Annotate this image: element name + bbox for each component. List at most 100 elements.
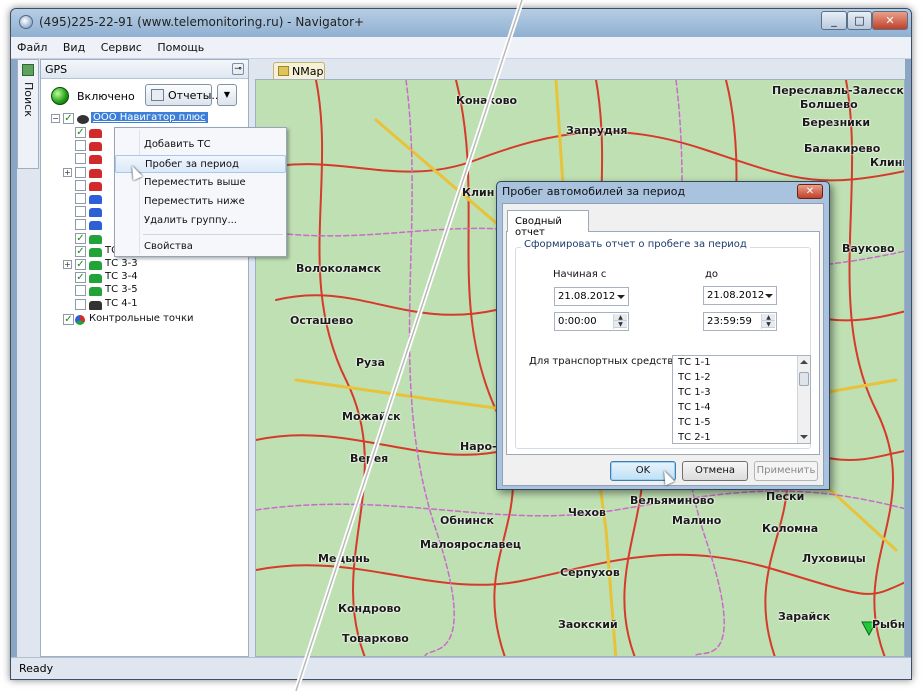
pin-icon[interactable]: ⊸ xyxy=(232,63,244,75)
dialog-body: Сводный отчет Сформировать отчет о пробе… xyxy=(502,203,824,486)
search-panel-icon xyxy=(22,64,34,76)
context-menu-item-delete-group[interactable]: Удалить группу... xyxy=(115,212,286,230)
status-text: Включено xyxy=(77,90,135,103)
map-town: Руза xyxy=(356,356,386,369)
car-icon xyxy=(89,234,102,244)
vehicle-checkbox[interactable]: ✓ xyxy=(75,245,86,257)
map-town: Заокский xyxy=(558,618,618,631)
menu-service[interactable]: Сервис xyxy=(95,37,148,54)
checkpoints-checkbox[interactable]: ✓ xyxy=(63,313,74,325)
vehicle-checkbox[interactable]: ✓ xyxy=(75,127,86,138)
map-town: Медынь xyxy=(318,552,370,565)
car-icon xyxy=(89,181,102,191)
tab-summary-report[interactable]: Сводный отчет xyxy=(507,210,589,238)
to-label: до xyxy=(705,269,719,280)
dialog-close-button[interactable]: ✕ xyxy=(797,184,823,199)
car-icon xyxy=(89,155,102,165)
side-tab-label: Поиск xyxy=(22,82,35,117)
list-item[interactable]: ТС 1-4 xyxy=(673,401,810,416)
expand-icon[interactable]: + xyxy=(63,260,72,269)
chevron-down-icon xyxy=(765,294,773,298)
list-item[interactable]: ТС 1-3 xyxy=(673,386,810,401)
context-menu-item-mileage[interactable]: Пробег за период xyxy=(115,155,286,173)
vehicle-checkbox[interactable]: ✓ xyxy=(75,272,86,284)
close-button[interactable]: ✕ xyxy=(872,11,908,30)
menu-file[interactable]: Файл xyxy=(11,37,53,54)
vehicles-listbox[interactable]: ТС 1-1 ТС 1-2 ТС 1-3 ТС 1-4 ТС 1-5 ТС 2-… xyxy=(672,355,811,444)
title-bar[interactable]: (495)225-22-91 (www.telemonitoring.ru) -… xyxy=(11,9,911,37)
vehicle-checkbox[interactable] xyxy=(75,193,86,204)
menu-help[interactable]: Помощь xyxy=(151,37,210,54)
to-time-value: 23:59:59 xyxy=(707,316,752,327)
expand-icon[interactable]: + xyxy=(63,167,72,177)
car-icon xyxy=(89,195,102,204)
map-town: Вауково xyxy=(842,242,895,255)
map-town: Вельяминово xyxy=(630,494,715,507)
vehicle-checkbox[interactable] xyxy=(75,179,86,191)
car-icon xyxy=(89,129,102,138)
vehicle-checkbox[interactable] xyxy=(75,140,86,152)
vehicle-checkbox[interactable] xyxy=(75,219,86,231)
to-time-spinner[interactable]: ▲ ▼ xyxy=(761,314,775,329)
menu-view[interactable]: Вид xyxy=(57,37,91,54)
status-led-icon[interactable] xyxy=(51,87,69,105)
to-date-picker[interactable]: 21.08.2012 xyxy=(703,286,777,305)
dialog-title: Пробег автомобилей за период xyxy=(502,185,686,198)
tree-vehicle-label: ТС 3-5 xyxy=(105,284,138,296)
minimize-button[interactable]: _ xyxy=(821,11,847,30)
list-item[interactable]: ТС 1-2 xyxy=(673,371,810,386)
map-town: Чехов xyxy=(568,506,606,519)
vehicle-checkbox[interactable] xyxy=(75,298,86,310)
car-icon xyxy=(89,274,102,284)
tab-nmap[interactable]: NMap xyxy=(273,62,325,80)
vehicle-checkbox[interactable] xyxy=(75,166,86,178)
vehicle-checkbox[interactable]: ✓ xyxy=(75,232,86,244)
from-time-field[interactable]: 0:00:00 ▲ ▼ xyxy=(554,312,629,331)
reports-button[interactable]: Отчеты... xyxy=(145,84,222,106)
status-row: Включено Отчеты... ▼ xyxy=(41,79,248,111)
list-item[interactable]: ТС 1-5 xyxy=(673,416,810,431)
side-tab-search[interactable]: Поиск xyxy=(17,59,39,169)
app-icon xyxy=(19,15,33,29)
tree-root-checkbox[interactable]: ✓ xyxy=(63,113,74,124)
from-time-spinner[interactable]: ▲ ▼ xyxy=(613,314,627,329)
map-town: Верея xyxy=(350,452,389,465)
to-time-field[interactable]: 23:59:59 ▲ ▼ xyxy=(703,312,777,331)
group-icon xyxy=(77,115,89,124)
listbox-scrollbar[interactable] xyxy=(797,356,810,443)
list-item[interactable]: ТС 2-1 xyxy=(673,431,810,443)
car-icon xyxy=(89,287,102,297)
context-menu-item-move-down[interactable]: Переместить ниже xyxy=(115,193,286,211)
vehicle-checkbox[interactable] xyxy=(75,153,86,165)
map-town: Обнинск xyxy=(440,514,494,527)
apply-button[interactable]: Применить xyxy=(754,461,818,481)
context-menu: Добавить ТС Пробег за период Переместить… xyxy=(114,127,287,257)
tree-root-label[interactable]: ООО Навигатор плюс xyxy=(91,112,208,123)
vehicle-checkbox[interactable]: ✓ xyxy=(75,259,86,270)
map-town: Товарково xyxy=(342,632,409,645)
scroll-up-icon[interactable] xyxy=(800,360,808,364)
map-town: Коломна xyxy=(762,522,819,535)
chevron-down-icon xyxy=(617,295,625,299)
vehicle-checkbox[interactable] xyxy=(75,206,86,218)
context-menu-item-add-vehicle[interactable]: Добавить ТС xyxy=(115,136,286,154)
scroll-thumb[interactable] xyxy=(799,372,809,386)
map-town: Рыбное xyxy=(872,618,905,631)
scroll-down-icon[interactable] xyxy=(800,435,808,439)
cancel-button[interactable]: Отмена xyxy=(682,461,748,481)
gps-panel-title: GPS xyxy=(45,63,68,76)
period-group-title: Сформировать отчет о пробеге за период xyxy=(521,239,750,250)
context-menu-item-properties[interactable]: Свойства xyxy=(115,238,286,256)
collapse-icon[interactable]: − xyxy=(51,114,60,123)
list-item[interactable]: ТС 1-1 xyxy=(673,356,810,371)
map-town: Пески xyxy=(766,490,805,503)
from-date-picker[interactable]: 21.08.2012 xyxy=(554,287,629,306)
maximize-button[interactable]: □ xyxy=(847,11,872,30)
map-town: Запрудня xyxy=(566,124,628,137)
map-town: Луховицы xyxy=(802,552,866,565)
reports-dropdown-button[interactable]: ▼ xyxy=(217,84,237,106)
tree-vehicle-label: ТС 3-3 xyxy=(105,258,138,269)
vehicle-checkbox[interactable] xyxy=(75,285,86,297)
car-icon xyxy=(89,168,102,178)
mileage-dialog: Пробег автомобилей за период ✕ Сводный о… xyxy=(496,181,830,490)
